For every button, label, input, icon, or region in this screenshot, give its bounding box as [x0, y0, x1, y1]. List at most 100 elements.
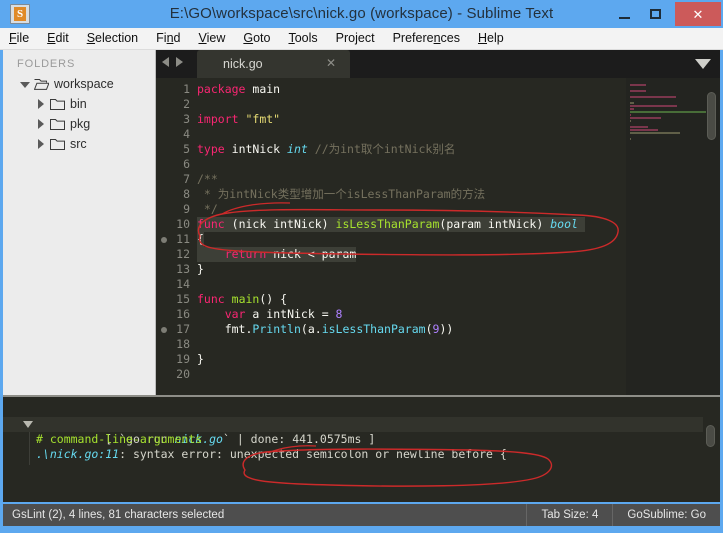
line-number: 7	[183, 172, 190, 186]
triangle-down-icon[interactable]	[23, 421, 33, 428]
line-number: 16	[176, 307, 190, 321]
sidebar-item-label: src	[70, 136, 87, 151]
chevron-right-icon[interactable]	[35, 118, 48, 131]
code-line[interactable]: 12 return nick < param	[156, 247, 626, 262]
code-text: */	[197, 202, 218, 216]
menu-item-file[interactable]: File	[0, 28, 38, 49]
sidebar-item-workspace[interactable]: workspace	[3, 74, 155, 94]
code-line[interactable]: 4	[156, 127, 626, 142]
code-line[interactable]: 6	[156, 157, 626, 172]
code-line[interactable]: 14	[156, 277, 626, 292]
code-text: func main() {	[197, 292, 288, 306]
arrow-left-icon[interactable]	[162, 57, 169, 67]
chevron-down-icon[interactable]	[19, 78, 32, 91]
menu-item-view[interactable]: View	[189, 28, 234, 49]
line-number: 10	[176, 217, 190, 231]
code-line[interactable]: 11{	[156, 232, 626, 247]
code-line[interactable]: 2	[156, 97, 626, 112]
status-bar: GsLint (2), 4 lines, 81 characters selec…	[3, 504, 720, 526]
chevron-right-icon[interactable]	[35, 138, 48, 151]
line-number: 3	[183, 112, 190, 126]
minimap-line	[630, 132, 680, 134]
tab-scroll-arrows[interactable]	[162, 57, 183, 67]
menu-item-preferences[interactable]: Preferences	[384, 28, 469, 49]
menu-item-goto[interactable]: Goto	[234, 28, 279, 49]
code-line[interactable]: 1 package main	[156, 82, 626, 97]
code-line[interactable]: 18	[156, 337, 626, 352]
code-text: var a intNick = 8	[224, 307, 343, 321]
code-line[interactable]: 15 func main() {	[156, 292, 626, 307]
line-number: 8	[183, 187, 190, 201]
menu-item-project[interactable]: Project	[327, 28, 384, 49]
sidebar-item-bin[interactable]: bin	[3, 94, 155, 114]
code-line[interactable]: 3 import "fmt"	[156, 112, 626, 127]
line-number: 18	[176, 337, 190, 351]
code-text: func (nick intNick) isLessThanParam(para…	[197, 217, 585, 232]
chevron-right-icon[interactable]	[35, 98, 48, 111]
sublime-text-window: S E:\GO\workspace\src\nick.go (workspace…	[0, 0, 723, 533]
code-line[interactable]: 9 */	[156, 202, 626, 217]
sidebar-item-label: workspace	[54, 76, 114, 91]
code-line[interactable]: 5 type intNick int //为int取个intNick别名	[156, 142, 626, 157]
minimap[interactable]	[626, 78, 720, 395]
code-line[interactable]: 19}	[156, 352, 626, 367]
status-tab-size[interactable]: Tab Size: 4	[526, 504, 612, 526]
code-line[interactable]: 10 func (nick intNick) isLessThanParam(pa…	[156, 217, 626, 232]
chevron-down-icon[interactable]	[695, 59, 711, 69]
code-text: return nick < param	[197, 247, 357, 262]
line-number: 6	[183, 157, 190, 171]
minimap-line	[630, 108, 635, 110]
code-text: fmt.Println(a.isLessThanParam(9))	[224, 322, 454, 336]
arrow-right-icon[interactable]	[176, 57, 183, 67]
folder-icon	[50, 138, 65, 150]
menu-item-find[interactable]: Find	[147, 28, 189, 49]
console-scrollbar[interactable]	[706, 425, 715, 447]
maximize-icon	[650, 9, 661, 19]
tab-nick-go[interactable]: nick.go ✕	[197, 50, 350, 78]
console-package-note: # command-line-arguments	[36, 432, 203, 446]
menu-item-tools[interactable]: Tools	[279, 28, 326, 49]
console-error-message: unexpected semicolon or newline before {	[229, 447, 507, 461]
sidebar-item-pkg[interactable]: pkg	[3, 114, 155, 134]
minimap-line	[630, 114, 632, 116]
folder-open-icon	[34, 78, 49, 90]
minimap-line	[630, 84, 647, 86]
line-number: 2	[183, 97, 190, 111]
code-line[interactable]: 7 /**	[156, 172, 626, 187]
maximize-button[interactable]	[640, 2, 671, 26]
line-number: 12	[176, 247, 190, 261]
sidebar-item-src[interactable]: src	[3, 134, 155, 154]
status-syntax[interactable]: GoSublime: Go	[612, 504, 720, 526]
console-panel[interactable]: E:/GO/workspace/src/[ E:/GO/workspace/sr…	[3, 395, 720, 502]
code-text: }	[197, 352, 204, 366]
code-line[interactable]: 8 * 为intNick类型增加一个isLessThanParam的方法	[156, 187, 626, 202]
editor-pane: nick.go ✕ 1 package main 2 3 import "fmt" 4 5 t…	[156, 50, 720, 395]
sidebar-item-label: bin	[70, 96, 87, 111]
minimap-line	[630, 126, 648, 128]
code-line[interactable]: 17 fmt.Println(a.isLessThanParam(9))	[156, 322, 626, 337]
menu-item-help[interactable]: Help	[469, 28, 513, 49]
tab-label: nick.go	[223, 57, 263, 71]
console-line-cwd: E:/GO/workspace/src/[ E:/GO/workspace/sr…	[3, 402, 703, 431]
minimap-line	[630, 138, 632, 140]
status-message: GsLint (2), 4 lines, 81 characters selec…	[12, 509, 225, 521]
line-number: 1	[183, 82, 190, 96]
console-error-file[interactable]: .\nick.go:11	[36, 447, 119, 461]
minimap-line	[630, 111, 706, 113]
menu-item-selection[interactable]: Selection	[78, 28, 147, 49]
code-line[interactable]: 20	[156, 367, 626, 382]
close-icon[interactable]: ✕	[326, 57, 336, 69]
minimap-scrollbar[interactable]	[707, 92, 716, 140]
console-line-command: [ `go run nick.go` | done: 441.0575ms ]	[3, 417, 703, 446]
minimize-button[interactable]	[609, 2, 640, 26]
minimap-line	[630, 105, 678, 107]
close-button[interactable]: ✕	[675, 2, 721, 26]
code-line[interactable]: 16 var a intNick = 8	[156, 307, 626, 322]
code-text: * 为intNick类型增加一个isLessThanParam的方法	[197, 187, 486, 201]
code-line[interactable]: 13}	[156, 262, 626, 277]
menu-item-edit[interactable]: Edit	[38, 28, 78, 49]
window-controls: ✕	[609, 2, 721, 26]
line-number: 9	[183, 202, 190, 216]
code-text: import "fmt"	[197, 112, 281, 126]
console-line-error: .\nick.go:11: syntax error: unexpected s…	[36, 447, 507, 461]
